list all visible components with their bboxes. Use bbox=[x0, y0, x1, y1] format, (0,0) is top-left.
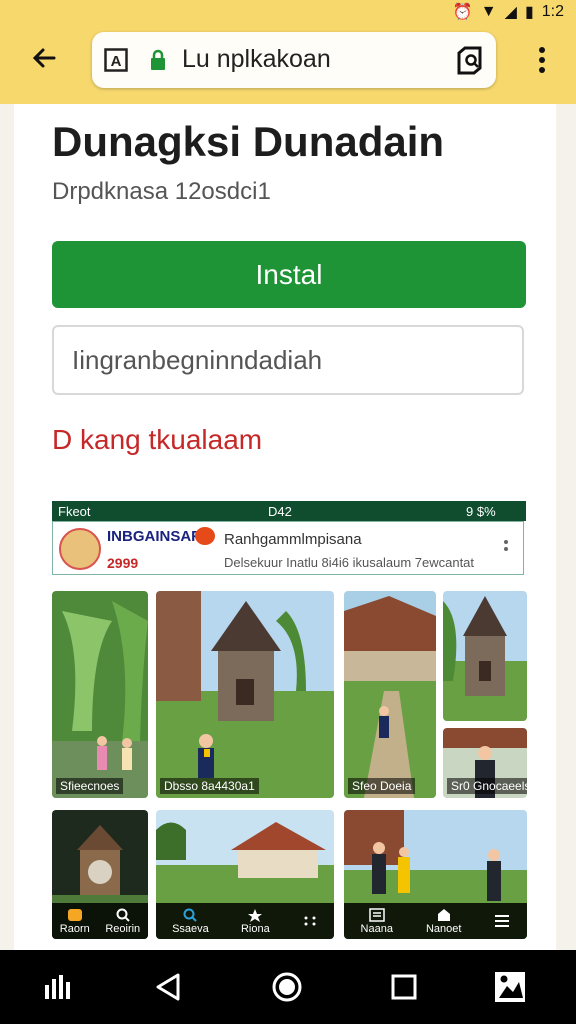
page-subtitle: Drpdknasa 12osdci1 bbox=[52, 178, 271, 205]
photo-caption: Sr0 Gnocaeels bbox=[447, 778, 527, 794]
signal-icon: ◢ bbox=[504, 4, 517, 21]
preview-tab-bar: Ssaeva Riona bbox=[156, 903, 334, 939]
system-nav-bar bbox=[0, 950, 576, 1024]
wifi-icon: ▼ bbox=[480, 3, 497, 20]
page-title: Dunagksi Dunadain bbox=[52, 118, 445, 165]
notification-description: Delsekuur Inatlu 8i4i6 ikusalaum 7ewcant… bbox=[224, 555, 475, 570]
tab-label: Ssaeva bbox=[172, 922, 209, 935]
tab-label: Riona bbox=[240, 922, 270, 935]
install-button[interactable]: Instal bbox=[52, 241, 526, 308]
photo-temple-shrine[interactable] bbox=[443, 591, 527, 721]
alert-link[interactable]: D kang tkualaam bbox=[52, 424, 262, 456]
reader-mode-icon[interactable]: A bbox=[104, 48, 128, 72]
tab-explore[interactable]: Riona bbox=[241, 908, 270, 935]
photo-people-group[interactable]: Naana Nanoet bbox=[344, 810, 527, 939]
tab-menu[interactable] bbox=[494, 914, 510, 929]
alarm-icon: ⏰ bbox=[452, 4, 473, 21]
svg-text:A: A bbox=[111, 53, 122, 70]
back-arrow-icon[interactable] bbox=[26, 40, 62, 76]
preview-tab-bar: Raorn Reoirin bbox=[52, 903, 148, 939]
more-vert-icon[interactable] bbox=[503, 538, 509, 558]
photo-person-talking[interactable]: Sr0 Gnocaeels bbox=[443, 728, 527, 798]
tab-news[interactable]: Naana bbox=[360, 907, 393, 935]
photo-caption: Dbsso 8a4430a1 bbox=[160, 778, 259, 794]
screenshot-icon[interactable] bbox=[490, 967, 530, 1007]
preview-signal-label: Fkeot bbox=[58, 504, 91, 519]
preview-status-bar: Fkeot D42 9 $% bbox=[52, 501, 526, 521]
preview-time: D42 bbox=[268, 504, 292, 519]
url-bar[interactable]: A Lu nplkakoan bbox=[92, 32, 496, 88]
tab-more[interactable] bbox=[302, 914, 318, 929]
tab-home[interactable]: Raorn bbox=[60, 908, 90, 935]
status-bar: ⏰ ▼ ◢ ▮ 1:2 bbox=[0, 0, 576, 24]
photo-lantern[interactable]: Raorn Reoirin bbox=[52, 810, 148, 939]
notification-brand: INBGAINSAR bbox=[107, 528, 203, 545]
photo-pavilion-path[interactable]: Sfeo Doeia bbox=[344, 591, 436, 798]
back-icon[interactable] bbox=[148, 967, 188, 1007]
photo-village-house[interactable]: Ssaeva Riona bbox=[156, 810, 334, 939]
status-time: 1:2 bbox=[541, 3, 564, 20]
preview-notification[interactable]: INBGAINSAR 2999 Ranhgammlmpisana Delseku… bbox=[52, 521, 524, 575]
chat-bubble-icon bbox=[195, 527, 215, 545]
tab-label: Nanoet bbox=[425, 922, 462, 935]
browser-toolbar: A Lu nplkakoan bbox=[0, 24, 576, 104]
photo-caption: Sfeo Doeia bbox=[348, 778, 416, 794]
tab-label: Reoirin bbox=[105, 922, 141, 935]
text-input-field[interactable]: Iingranbegninndadiah bbox=[52, 325, 524, 395]
notification-title: Ranhgammlmpisana bbox=[224, 531, 362, 548]
preview-battery-text: 9 $% bbox=[466, 504, 496, 519]
home-icon[interactable] bbox=[267, 967, 307, 1007]
photo-banana-garden[interactable]: Sfieecnoes bbox=[52, 591, 148, 798]
tab-label: Naana bbox=[360, 922, 393, 935]
overview-icon[interactable] bbox=[384, 967, 424, 1007]
tab-store[interactable]: Nanoet bbox=[426, 908, 461, 935]
preview-tab-bar: Naana Nanoet bbox=[344, 903, 527, 939]
url-text[interactable]: Lu nplkakoan bbox=[182, 45, 331, 74]
notification-price: 2999 bbox=[107, 555, 139, 571]
tab-switcher-icon[interactable] bbox=[454, 44, 486, 76]
more-vert-icon[interactable] bbox=[530, 42, 554, 78]
tab-search[interactable]: Reoirin bbox=[105, 908, 140, 935]
recent-apps-icon[interactable] bbox=[38, 967, 78, 1007]
tab-search[interactable]: Ssaeva bbox=[172, 908, 209, 935]
tab-label: Raorn bbox=[59, 922, 90, 935]
lock-icon bbox=[150, 49, 166, 71]
photo-caption: Sfieecnoes bbox=[56, 778, 124, 794]
photo-temple-garden[interactable]: Dbsso 8a4430a1 bbox=[156, 591, 334, 798]
battery-icon: ▮ bbox=[524, 4, 534, 21]
avatar bbox=[59, 528, 101, 570]
